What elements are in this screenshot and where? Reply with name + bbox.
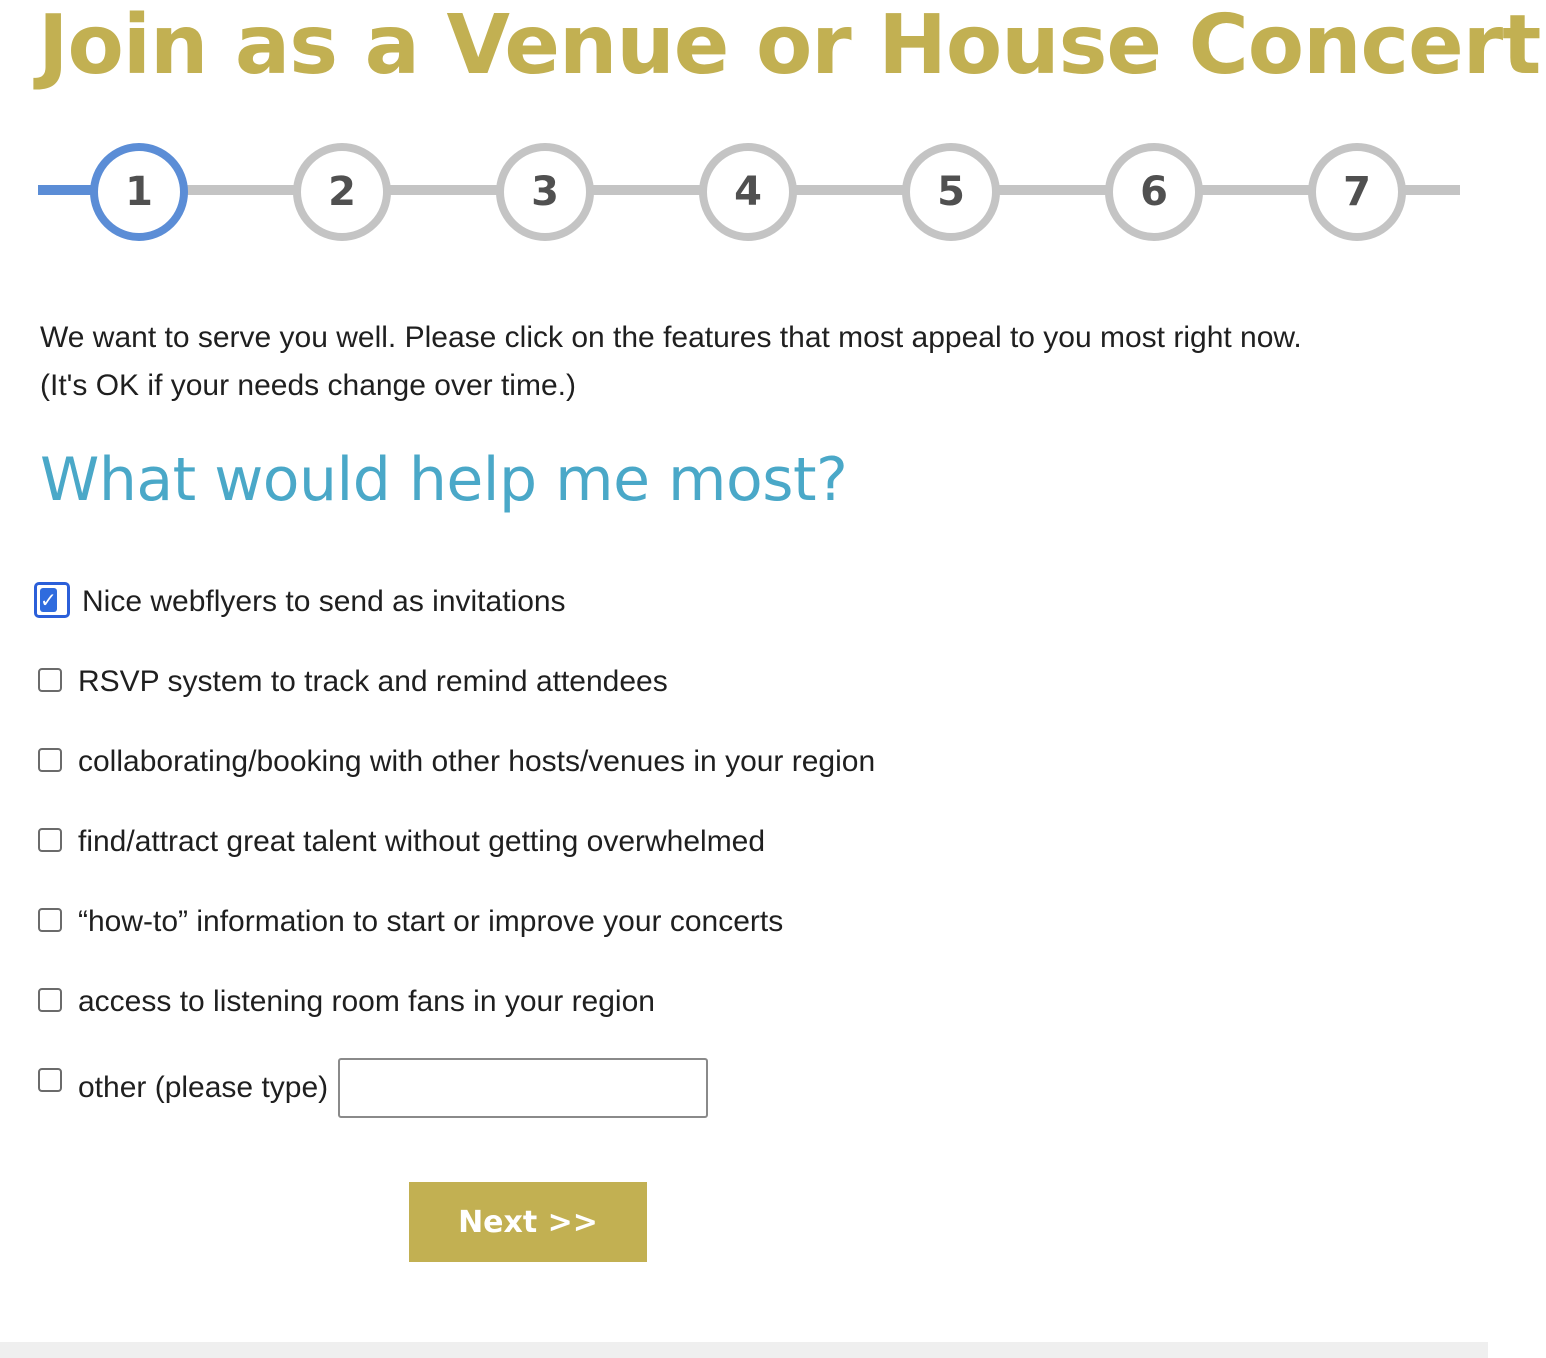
step-1[interactable]: 1 [90, 143, 188, 241]
option-rsvp[interactable]: RSVP system to track and remind attendee… [38, 658, 668, 706]
page-title: Join as a Venue or House Concert [38, 0, 1541, 93]
intro-text: We want to serve you well. Please click … [40, 314, 1460, 410]
step-5[interactable]: 5 [902, 143, 1000, 241]
option-label: RSVP system to track and remind attendee… [78, 665, 668, 698]
other-text-input[interactable] [338, 1058, 709, 1118]
checkbox-talent[interactable] [38, 828, 62, 852]
checkbox-collaborating[interactable] [38, 748, 62, 772]
checkbox-other[interactable] [38, 1068, 62, 1092]
checkbox-how-to[interactable] [38, 908, 62, 932]
option-label: find/attract great talent without gettin… [78, 825, 766, 858]
option-how-to[interactable]: “how-to” information to start or improve… [38, 898, 783, 946]
progress-stepper: 1 2 3 4 5 6 7 [38, 140, 1460, 246]
option-fans[interactable]: access to listening room fans in your re… [38, 978, 655, 1026]
option-collaborating[interactable]: collaborating/booking with other hosts/v… [38, 738, 875, 786]
option-label: Nice webflyers to send as invitations [82, 585, 566, 618]
footer-bar [0, 1342, 1488, 1358]
next-button[interactable]: Next >> [409, 1182, 647, 1262]
checkmark-icon: ✓ [40, 588, 57, 612]
option-label: other (please type) [78, 1071, 329, 1104]
step-7[interactable]: 7 [1308, 143, 1406, 241]
step-3[interactable]: 3 [496, 143, 594, 241]
intro-line-1: We want to serve you well. Please click … [40, 321, 1302, 354]
intro-line-2: (It's OK if your needs change over time.… [40, 369, 576, 402]
option-label: access to listening room fans in your re… [78, 985, 655, 1018]
option-label: collaborating/booking with other hosts/v… [78, 745, 876, 778]
option-webflyers[interactable]: ✓ Nice webflyers to send as invitations [34, 578, 566, 626]
step-4[interactable]: 4 [699, 143, 797, 241]
option-other[interactable]: other (please type) [38, 1058, 709, 1118]
option-talent[interactable]: find/attract great talent without gettin… [38, 818, 765, 866]
checkbox-webflyers[interactable]: ✓ [34, 582, 70, 618]
option-label: “how-to” information to start or improve… [78, 905, 784, 938]
checkbox-fans[interactable] [38, 988, 62, 1012]
question-heading: What would help me most? [40, 445, 848, 515]
stepper-progress-fill [38, 185, 98, 195]
checkbox-rsvp[interactable] [38, 668, 62, 692]
step-6[interactable]: 6 [1105, 143, 1203, 241]
step-2[interactable]: 2 [293, 143, 391, 241]
